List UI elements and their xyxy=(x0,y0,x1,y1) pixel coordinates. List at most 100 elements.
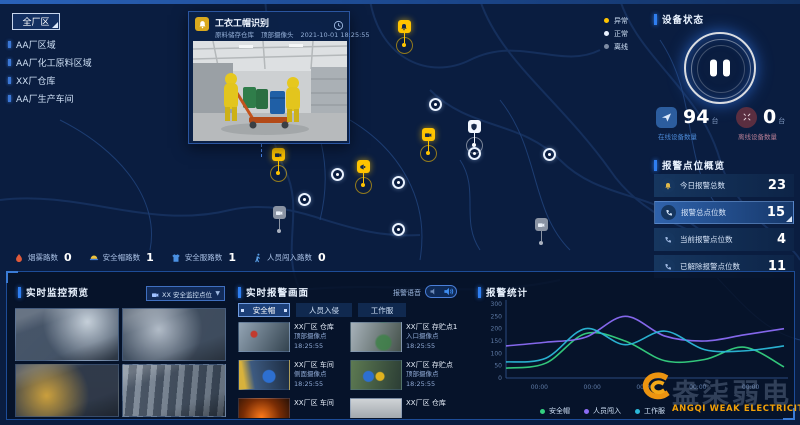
alarm-snapshot xyxy=(350,322,402,352)
legend-row-offline: 离线 xyxy=(604,40,628,53)
svg-text:250: 250 xyxy=(491,313,503,320)
tab-helmet[interactable]: 安全帽 xyxy=(238,303,290,317)
sidebar-item-aa-chemical-area[interactable]: AA厂化工原料区域 xyxy=(8,56,92,68)
device-status-title: 设备状态 xyxy=(654,12,704,26)
overview-row-today-total[interactable]: 今日报警总数 23 xyxy=(654,174,794,197)
offline-devices-stat: 0台 离线设备数量 xyxy=(736,106,800,141)
link-broken-icon xyxy=(736,107,757,128)
map-marker-normal[interactable] xyxy=(429,98,442,111)
alarm-voice-toggle[interactable] xyxy=(425,285,457,298)
overview-row-current-points[interactable]: 当前报警点位数 4 xyxy=(654,228,794,251)
channel-status-bar: 烟雾路数 0 安全帽路数 1 安全服路数 1 人员闯入路数 0 xyxy=(14,248,326,267)
dashboard-root: San Jacinto 全厂区 AA厂区域 AA厂化工原料区域 XX厂仓库 AA… xyxy=(0,0,800,425)
alarm-card[interactable]: XX厂区 车间侧面摄像点18:25:55 xyxy=(238,360,346,390)
popup-location: 原料储存仓库 xyxy=(215,31,254,39)
video-thumbnail[interactable] xyxy=(15,308,119,361)
sidebar-item-label: AA厂化工原料区域 xyxy=(16,56,92,69)
svg-text:0: 0 xyxy=(498,375,502,382)
alarm-card[interactable]: XX厂区 车间 xyxy=(238,398,346,418)
title-accent-bar xyxy=(18,287,21,298)
svg-text:00:00: 00:00 xyxy=(584,384,601,391)
map-marker-abnormal[interactable] xyxy=(420,128,436,155)
video-thumbnail[interactable] xyxy=(122,308,226,361)
clock-icon[interactable] xyxy=(333,16,344,27)
offline-label: 离线设备数量 xyxy=(738,131,800,141)
alarm-snapshot xyxy=(350,360,402,390)
sidebar-item-label: XX厂仓库 xyxy=(16,74,55,87)
popup-subtitle: 原料储存仓库顶部摄像头 2021-10-01 18:25:55 xyxy=(215,29,377,39)
offline-unit: 台 xyxy=(778,117,785,125)
map-marker-normal[interactable] xyxy=(392,176,405,189)
camera-icon xyxy=(272,148,285,161)
legend-item: 安全帽 xyxy=(540,406,570,416)
alarm-card[interactable]: XX厂区 仓库顶部摄像点18:25:55 xyxy=(238,322,346,352)
suit-channels-stat: 安全服路数 1 xyxy=(171,248,236,267)
sidebar-item-xx-warehouse[interactable]: XX厂仓库 xyxy=(8,74,55,86)
camera-icon xyxy=(422,128,435,141)
camera-icon xyxy=(535,218,548,231)
map-marker-offline[interactable] xyxy=(533,218,549,245)
map-marker-offline[interactable] xyxy=(271,206,287,233)
map-marker-normal[interactable] xyxy=(298,193,311,206)
alarm-card[interactable]: XX厂区 仓库 xyxy=(350,398,458,418)
alarm-card[interactable]: XX厂区 存贮点顶部摄像点18:25:55 xyxy=(350,360,458,390)
monitor-thumbnails xyxy=(15,308,226,418)
map-marker-abnormal[interactable] xyxy=(396,20,412,47)
alarm-feed-title: 实时报警画面 xyxy=(238,285,309,299)
device-pause-dial[interactable] xyxy=(684,32,756,104)
alarm-snapshot xyxy=(238,322,290,352)
chevron-down-icon: ▼ xyxy=(215,290,220,297)
monitor-point-dropdown[interactable]: XX 安全监控点位 ▼ xyxy=(146,286,225,301)
alarm-bell-icon xyxy=(195,17,209,31)
legend-dot-icon xyxy=(540,409,545,414)
legend-label: 离线 xyxy=(614,42,628,52)
tab-workwear[interactable]: 工作服 xyxy=(358,303,406,317)
offline-count: 0 xyxy=(763,106,776,128)
map-marker-normal[interactable] xyxy=(331,168,344,181)
alarm-snapshot xyxy=(238,398,290,418)
offline-dot-icon xyxy=(604,44,609,49)
map-marker-normal[interactable] xyxy=(468,147,481,160)
region-selector-label: 全厂区 xyxy=(22,15,49,28)
sidebar-item-aa-area[interactable]: AA厂区域 xyxy=(8,38,56,50)
map-marker-abnormal[interactable] xyxy=(355,160,371,187)
chart-legend: 安全帽 人员闯入 工作服 xyxy=(540,406,665,416)
popup-timestamp: 2021-10-01 18:25:55 xyxy=(301,31,370,39)
svg-text:200: 200 xyxy=(491,326,503,333)
video-thumbnail[interactable] xyxy=(15,364,119,417)
online-count: 94 xyxy=(683,106,709,128)
svg-text:00:00: 00:00 xyxy=(636,384,653,391)
intrusion-channels-stat: 人员闯入路数 0 xyxy=(253,248,326,267)
video-thumbnail[interactable] xyxy=(122,364,226,417)
popup-camera: 顶部摄像头 xyxy=(261,31,294,39)
alarm-overview-title: 报警点位概览 xyxy=(654,158,725,172)
bullet-icon xyxy=(8,41,11,48)
bullet-icon xyxy=(8,95,11,102)
normal-dot-icon xyxy=(604,31,609,36)
legend-item: 人员闯入 xyxy=(584,406,621,416)
legend-item: 工作服 xyxy=(635,406,665,416)
pause-icon xyxy=(710,60,730,77)
region-selector-button[interactable]: 全厂区 xyxy=(12,13,60,30)
alarm-card[interactable]: XX厂区 存贮点1入口摄像点18:25:55 xyxy=(350,322,458,352)
sidebar-item-label: AA厂生产车间 xyxy=(16,92,74,105)
megaphone-icon xyxy=(357,160,370,173)
title-accent-bar xyxy=(238,287,241,298)
alarm-statistics-chart: 05010015020025030000:0000:0000:0000:0000… xyxy=(480,296,792,400)
svg-text:50: 50 xyxy=(494,363,502,370)
tab-intrusion[interactable]: 人员入侵 xyxy=(296,303,352,317)
map-marker-normal[interactable] xyxy=(543,148,556,161)
alarm-snapshot xyxy=(350,398,402,418)
sidebar-item-aa-workshop[interactable]: AA厂生产车间 xyxy=(8,92,74,104)
map-marker-abnormal[interactable] xyxy=(270,148,286,175)
map-marker-normal[interactable] xyxy=(466,120,482,147)
alarm-phone-icon xyxy=(661,205,676,220)
legend-label: 异常 xyxy=(614,16,628,26)
overview-row-total-points[interactable]: 报警总点位数 15 xyxy=(654,201,794,224)
map-marker-normal[interactable] xyxy=(392,223,405,236)
online-label: 在线设备数量 xyxy=(658,131,728,141)
title-accent-bar xyxy=(654,160,657,171)
dropdown-value: XX 安全监控点位 xyxy=(162,289,212,299)
legend-label: 人员闯入 xyxy=(593,406,621,416)
sidebar-item-label: AA厂区域 xyxy=(16,38,56,51)
